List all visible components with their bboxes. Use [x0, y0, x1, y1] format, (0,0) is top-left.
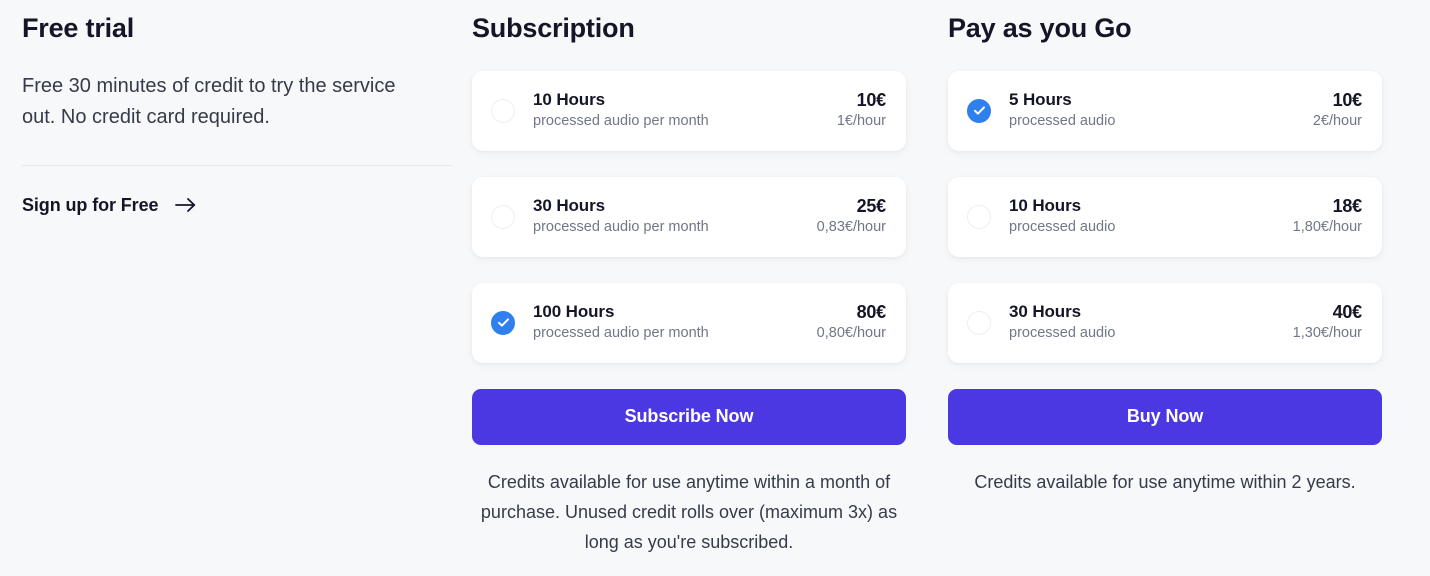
- option-title: 100 Hours: [533, 302, 615, 322]
- option-price-rate: 1€/hour: [836, 113, 886, 130]
- free-trial-divider: [22, 164, 452, 166]
- option-price-main: 10€: [1332, 90, 1363, 111]
- arrow-right-icon: [175, 196, 197, 214]
- subscription-options-list: 10 Hours processed audio per month 10€ 1…: [472, 70, 944, 363]
- option-price: 40€ 1,30€/hour: [1292, 302, 1363, 343]
- option-subtitle: processed audio: [1009, 325, 1116, 342]
- radio-button-icon[interactable]: [491, 98, 515, 123]
- option-title: 10 Hours: [533, 90, 605, 110]
- subscription-option-card[interactable]: 10 Hours processed audio per month 10€ 1…: [472, 70, 906, 151]
- radio-button-icon[interactable]: [491, 310, 515, 335]
- option-title: 10 Hours: [1009, 196, 1081, 216]
- option-text: 30 Hours processed audio: [1009, 302, 1293, 343]
- option-price-rate: 2€/hour: [1312, 113, 1362, 130]
- pay-as-you-go-options-list: 5 Hours processed audio 10€ 2€/hour 10 H…: [948, 70, 1414, 363]
- pay-as-you-go-column: Pay as you Go 5 Hours processed audio 10…: [944, 0, 1414, 515]
- option-subtitle: processed audio: [1009, 113, 1116, 130]
- option-subtitle: processed audio per month: [533, 219, 709, 236]
- radio-button-icon[interactable]: [967, 98, 991, 123]
- option-text: 10 Hours processed audio per month: [533, 90, 837, 131]
- option-price: 18€ 1,80€/hour: [1292, 196, 1363, 237]
- free-trial-heading: Free trial: [22, 13, 135, 43]
- option-price-rate: 0,80€/hour: [816, 325, 886, 342]
- buy-now-button[interactable]: Buy Now: [948, 388, 1382, 445]
- option-price-rate: 1,30€/hour: [1292, 325, 1362, 342]
- option-price-main: 18€: [1332, 196, 1363, 217]
- option-text: 10 Hours processed audio: [1009, 196, 1293, 237]
- pay-as-you-go-heading: Pay as you Go: [948, 13, 1132, 43]
- radio-button-icon[interactable]: [967, 204, 991, 229]
- option-price-main: 80€: [856, 302, 887, 323]
- subscribe-now-button[interactable]: Subscribe Now: [472, 388, 906, 445]
- option-subtitle: processed audio: [1009, 219, 1116, 236]
- subscription-column: Subscription 10 Hours processed audio pe…: [470, 0, 944, 575]
- subscription-note: Credits available for use anytime within…: [480, 471, 898, 552]
- option-title: 5 Hours: [1009, 90, 1072, 110]
- option-price-main: 40€: [1332, 302, 1363, 323]
- option-price-rate: 0,83€/hour: [816, 219, 886, 236]
- subscription-option-card[interactable]: 100 Hours processed audio per month 80€ …: [472, 282, 906, 363]
- sign-up-for-free-link[interactable]: Sign up for Free: [22, 195, 242, 216]
- option-title: 30 Hours: [533, 196, 605, 216]
- option-price-main: 25€: [856, 196, 887, 217]
- option-price: 10€ 1€/hour: [837, 90, 886, 131]
- free-trial-description: Free 30 minutes of credit to try the ser…: [22, 74, 396, 128]
- option-price: 10€ 2€/hour: [1313, 90, 1362, 131]
- pay-as-you-go-option-card[interactable]: 5 Hours processed audio 10€ 2€/hour: [948, 70, 1382, 151]
- option-title: 30 Hours: [1009, 302, 1081, 322]
- pricing-page: Free trial Free 30 minutes of credit to …: [0, 0, 1430, 576]
- sign-up-for-free-label: Sign up for Free: [22, 194, 159, 215]
- option-text: 5 Hours processed audio: [1009, 90, 1313, 131]
- radio-button-icon[interactable]: [967, 310, 991, 335]
- pay-as-you-go-option-card[interactable]: 10 Hours processed audio 18€ 1,80€/hour: [948, 176, 1382, 257]
- option-text: 30 Hours processed audio per month: [533, 196, 817, 237]
- subscription-heading: Subscription: [472, 13, 635, 43]
- radio-button-icon[interactable]: [491, 204, 515, 229]
- option-price-main: 10€: [856, 90, 887, 111]
- free-trial-column: Free trial Free 30 minutes of credit to …: [0, 0, 470, 216]
- pay-as-you-go-note: Credits available for use anytime within…: [974, 471, 1356, 492]
- option-text: 100 Hours processed audio per month: [533, 302, 817, 343]
- pay-as-you-go-option-card[interactable]: 30 Hours processed audio 40€ 1,30€/hour: [948, 282, 1382, 363]
- option-price-rate: 1,80€/hour: [1292, 219, 1362, 236]
- option-subtitle: processed audio per month: [533, 325, 709, 342]
- subscription-option-card[interactable]: 30 Hours processed audio per month 25€ 0…: [472, 176, 906, 257]
- option-subtitle: processed audio per month: [533, 113, 709, 130]
- option-price: 80€ 0,80€/hour: [816, 302, 887, 343]
- option-price: 25€ 0,83€/hour: [816, 196, 887, 237]
